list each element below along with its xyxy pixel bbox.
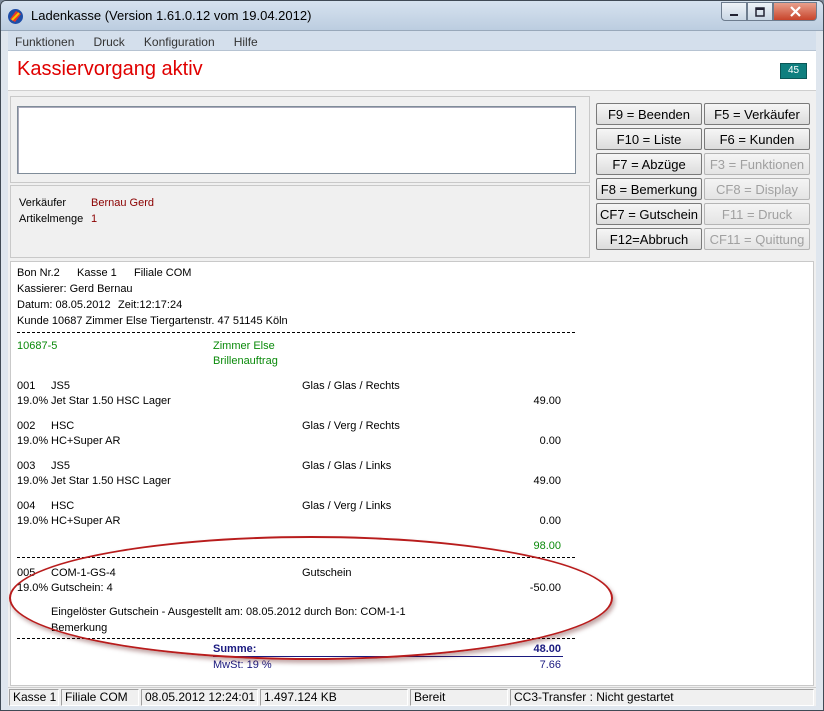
mwst-label: MwSt: 19 % bbox=[213, 659, 272, 671]
menu-konfiguration[interactable]: Konfiguration bbox=[137, 33, 222, 49]
item-price: 49.00 bbox=[533, 475, 561, 487]
verkaeufer-value: Bernau Gerd bbox=[91, 197, 154, 209]
item-pos: 002 bbox=[17, 420, 36, 432]
statusbar-filiale: Filiale COM bbox=[61, 689, 139, 706]
item-code: JS5 bbox=[51, 380, 70, 392]
close-button[interactable] bbox=[773, 2, 817, 21]
mwst-value: 7.66 bbox=[539, 659, 561, 671]
kunde-line: Kunde 10687 Zimmer Else Tiergartenstr. 4… bbox=[17, 315, 288, 327]
cf11-quittung-button[interactable]: CF11 = Quittung bbox=[704, 228, 810, 250]
statusbar-kasse: Kasse 1 bbox=[9, 689, 59, 706]
item-category: Glas / Glas / Links bbox=[302, 460, 392, 472]
statusbar-memory: 1.497.124 KB bbox=[260, 689, 408, 706]
item-description: Jet Star 1.50 HSC Lager bbox=[51, 395, 171, 407]
f12-abbruch-button[interactable]: F12=Abbruch bbox=[596, 228, 702, 250]
artikelmenge-value: 1 bbox=[91, 213, 98, 225]
statusbar-datetime: 08.05.2012 12:24:01 bbox=[141, 689, 258, 706]
item-price: 0.00 bbox=[539, 515, 561, 527]
status-title: Kassiervorgang aktiv bbox=[17, 58, 203, 80]
item-pos: 004 bbox=[17, 500, 36, 512]
item-description: HC+Super AR bbox=[51, 515, 121, 527]
item-tax: 19.0% bbox=[17, 395, 49, 407]
f7-abzuege-button[interactable]: F7 = Abzüge bbox=[596, 153, 702, 175]
item-category: Glas / Verg / Rechts bbox=[302, 420, 400, 432]
cf7-gutschein-button[interactable]: CF7 = Gutschein bbox=[596, 203, 702, 225]
filiale-label: Filiale COM bbox=[134, 267, 192, 279]
item-price: 0.00 bbox=[539, 435, 561, 447]
status-header: Kassiervorgang aktiv 45 bbox=[8, 51, 816, 91]
separator bbox=[17, 332, 575, 333]
receipt-view[interactable]: Bon Nr.2 Kasse 1 Filiale COM Kassierer: … bbox=[9, 261, 814, 686]
item-category: Glas / Verg / Links bbox=[302, 500, 392, 512]
maximize-icon bbox=[755, 6, 765, 17]
f3-funktionen-button[interactable]: F3 = Funktionen bbox=[704, 153, 810, 175]
menu-funktionen[interactable]: Funktionen bbox=[8, 33, 81, 49]
f9-beenden-button[interactable]: F9 = Beenden bbox=[596, 103, 702, 125]
zeit-line: Zeit:12:17:24 bbox=[118, 299, 183, 311]
f10-liste-button[interactable]: F10 = Liste bbox=[596, 128, 702, 150]
item-code: HSC bbox=[51, 420, 75, 432]
kasse-label: Kasse 1 bbox=[77, 267, 117, 279]
item-price: 49.00 bbox=[533, 395, 561, 407]
f5-verkaeufer-button[interactable]: F5 = Verkäufer bbox=[704, 103, 810, 125]
item-description: Jet Star 1.50 HSC Lager bbox=[51, 475, 171, 487]
voucher-highlight-ellipse bbox=[9, 536, 613, 660]
datum-line: Datum: 08.05.2012 bbox=[17, 299, 111, 311]
verkaeufer-label: Verkäufer bbox=[19, 197, 67, 209]
kassierer-line: Kassierer: Gerd Bernau bbox=[17, 283, 133, 295]
f8-bemerkung-button[interactable]: F8 = Bemerkung bbox=[596, 178, 702, 200]
statusbar-state: Bereit bbox=[410, 689, 508, 706]
counter-badge: 45 bbox=[780, 63, 807, 79]
cf8-display-button[interactable]: CF8 = Display bbox=[704, 178, 810, 200]
item-category: Glas / Glas / Rechts bbox=[302, 380, 400, 392]
title-bar[interactable]: Ladenkasse (Version 1.61.0.12 vom 19.04.… bbox=[1, 1, 823, 31]
item-description: HC+Super AR bbox=[51, 435, 121, 447]
order-customer: Zimmer Else bbox=[213, 340, 275, 352]
app-logo-icon bbox=[8, 9, 23, 24]
bon-number: Bon Nr.2 bbox=[17, 267, 60, 279]
seller-panel: Verkäufer Bernau Gerd Artikelmenge 1 bbox=[10, 185, 590, 258]
subtotal-value: 98.00 bbox=[533, 540, 561, 552]
item-code: JS5 bbox=[51, 460, 70, 472]
order-number: 10687-5 bbox=[17, 340, 58, 352]
window-title: Ladenkasse (Version 1.61.0.12 vom 19.04.… bbox=[31, 8, 312, 23]
f11-druck-button[interactable]: F11 = Druck bbox=[704, 203, 810, 225]
statusbar-transfer: CC3-Transfer : Nicht gestartet bbox=[510, 689, 814, 706]
menu-bar: Funktionen Druck Konfiguration Hilfe bbox=[8, 31, 816, 51]
main-client-area: Kassiervorgang aktiv 45 Verkäufer Bernau… bbox=[8, 51, 816, 687]
item-tax: 19.0% bbox=[17, 435, 49, 447]
minimize-button[interactable] bbox=[721, 2, 747, 21]
item-tax: 19.0% bbox=[17, 475, 49, 487]
artikelmenge-label: Artikelmenge bbox=[19, 213, 84, 225]
window-controls bbox=[721, 2, 817, 21]
info-textarea[interactable] bbox=[17, 106, 576, 174]
minimize-icon bbox=[730, 13, 738, 16]
app-window: Ladenkasse (Version 1.61.0.12 vom 19.04.… bbox=[0, 0, 824, 711]
menu-hilfe[interactable]: Hilfe bbox=[227, 33, 265, 49]
f6-kunden-button[interactable]: F6 = Kunden bbox=[704, 128, 810, 150]
status-bar: Kasse 1 Filiale COM 08.05.2012 12:24:01 … bbox=[8, 687, 816, 706]
close-icon bbox=[789, 6, 801, 17]
order-type: Brillenauftrag bbox=[213, 355, 278, 367]
maximize-button[interactable] bbox=[747, 2, 773, 21]
item-code: HSC bbox=[51, 500, 75, 512]
item-pos: 001 bbox=[17, 380, 36, 392]
item-tax: 19.0% bbox=[17, 515, 49, 527]
menu-druck[interactable]: Druck bbox=[86, 33, 131, 49]
summe-value: 48.00 bbox=[533, 643, 561, 655]
item-pos: 003 bbox=[17, 460, 36, 472]
